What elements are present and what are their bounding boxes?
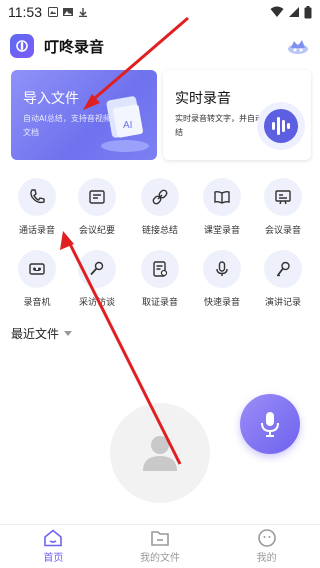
cassette-icon bbox=[18, 250, 56, 288]
nav-profile[interactable]: 我的 bbox=[213, 525, 320, 568]
status-bar: 11:53 bbox=[0, 0, 320, 24]
profile-icon bbox=[257, 529, 276, 547]
nav-home-label: 首页 bbox=[43, 553, 64, 564]
grid-item-meeting-recording[interactable]: 会议录音 bbox=[253, 178, 313, 236]
sound-wave-icon bbox=[257, 102, 305, 150]
app-logo bbox=[10, 34, 34, 58]
caret-down-icon bbox=[64, 331, 73, 336]
recent-files-title: 最近文件 bbox=[11, 327, 60, 341]
grid-label: 通话录音 bbox=[18, 226, 55, 236]
grid-item-class-recording[interactable]: 课堂录音 bbox=[192, 178, 252, 236]
signal-icon bbox=[289, 7, 299, 17]
link-icon bbox=[141, 178, 179, 216]
grid-label: 会议纪要 bbox=[78, 226, 115, 236]
crown-badge-icon[interactable] bbox=[286, 36, 310, 56]
status-time: 11:53 bbox=[8, 4, 42, 20]
grid-label: 课堂录音 bbox=[203, 226, 240, 236]
grid-item-recorder[interactable]: 录音机 bbox=[7, 250, 67, 308]
grid-label: 会议录音 bbox=[264, 226, 301, 236]
grid-item-quick-recording[interactable]: 快速录音 bbox=[192, 250, 252, 308]
speech-mic-icon bbox=[264, 250, 302, 288]
logo-icon bbox=[16, 40, 28, 52]
wifi-icon bbox=[270, 6, 284, 17]
home-icon bbox=[44, 529, 63, 547]
microphone-icon bbox=[78, 250, 116, 288]
recent-files-dropdown[interactable]: 最近文件 bbox=[11, 325, 73, 342]
grid-label: 录音机 bbox=[23, 298, 51, 308]
bottom-nav: 首页 我的文件 我的 bbox=[0, 524, 320, 568]
grid-label: 快速录音 bbox=[203, 298, 240, 308]
image-icon bbox=[63, 8, 73, 16]
phone-icon bbox=[18, 178, 56, 216]
microphone-icon bbox=[261, 412, 279, 437]
gallery-icon bbox=[48, 7, 58, 17]
evidence-icon bbox=[141, 250, 179, 288]
grid-item-interview[interactable]: 采访访谈 bbox=[67, 250, 127, 308]
grid-item-link-summary[interactable]: 链接总结 bbox=[130, 178, 190, 236]
grid-item-speech-record[interactable]: 演讲记录 bbox=[253, 250, 313, 308]
grid-label: 采访访谈 bbox=[78, 298, 115, 308]
record-fab-button[interactable] bbox=[240, 394, 300, 454]
download-icon bbox=[79, 8, 87, 17]
app-header: 叮咚录音 bbox=[0, 28, 320, 64]
meeting-notes-icon bbox=[78, 178, 116, 216]
realtime-recording-card[interactable]: 实时录音 实时录音转文字，并自动AI总结 bbox=[163, 70, 311, 160]
person-placeholder-icon bbox=[143, 436, 177, 471]
grid-item-evidence-recording[interactable]: 取证录音 bbox=[130, 250, 190, 308]
app-title: 叮咚录音 bbox=[44, 37, 105, 56]
svg-text:AI: AI bbox=[123, 120, 132, 131]
nav-profile-label: 我的 bbox=[256, 553, 277, 564]
grid-label: 取证录音 bbox=[141, 298, 178, 308]
grid-item-call-recording[interactable]: 通话录音 bbox=[7, 178, 67, 236]
grid-label: 链接总结 bbox=[141, 226, 178, 236]
ai-document-icon: AI bbox=[101, 96, 149, 152]
empty-state-avatar bbox=[110, 403, 210, 503]
nav-my-files[interactable]: 我的文件 bbox=[107, 525, 214, 568]
realtime-card-title: 实时录音 bbox=[175, 91, 231, 107]
presentation-icon bbox=[264, 178, 302, 216]
grid-label: 演讲记录 bbox=[264, 298, 301, 308]
nav-home[interactable]: 首页 bbox=[0, 525, 107, 568]
import-file-card[interactable]: 导入文件 自动AI总结，支持音视频、文档 AI bbox=[11, 70, 157, 160]
battery-icon bbox=[304, 5, 312, 18]
book-icon bbox=[203, 178, 241, 216]
mic-icon bbox=[203, 250, 241, 288]
grid-item-meeting-notes[interactable]: 会议纪要 bbox=[67, 178, 127, 236]
folder-icon bbox=[151, 531, 169, 546]
import-card-title: 导入文件 bbox=[23, 91, 79, 107]
nav-my-files-label: 我的文件 bbox=[140, 553, 180, 564]
